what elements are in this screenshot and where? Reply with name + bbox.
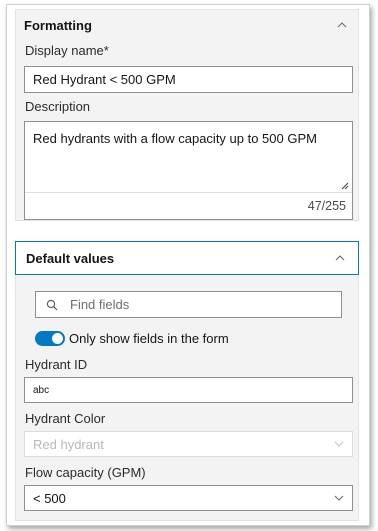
toggle-knob (52, 333, 63, 344)
default-values-title: Default values (26, 250, 115, 266)
only-show-fields-label: Only show fields in the form (69, 331, 229, 346)
default-values-header[interactable]: Default values (15, 241, 359, 275)
display-name-field[interactable]: Red Hydrant < 500 GPM (24, 66, 353, 93)
formatting-title: Formatting (24, 17, 92, 33)
hydrant-id-value: abc (33, 384, 50, 396)
formatting-header[interactable]: Formatting (16, 10, 358, 40)
hydrant-id-field[interactable]: abc (24, 377, 353, 403)
description-label: Description (25, 99, 91, 114)
description-value: Red hydrants with a flow capacity up to … (33, 131, 317, 146)
flow-capacity-select[interactable]: < 500 (24, 485, 353, 511)
flow-capacity-value: < 500 (33, 490, 66, 506)
chevron-down-icon (334, 441, 344, 447)
display-name-label: Display name* (25, 43, 109, 58)
hydrant-color-select[interactable]: Red hydrant (24, 431, 353, 457)
flow-capacity-label: Flow capacity (GPM) (25, 465, 146, 480)
chevron-up-icon[interactable] (332, 250, 348, 266)
hydrant-color-label: Hydrant Color (25, 411, 106, 426)
char-count: 47/255 (307, 199, 346, 213)
textarea-divider (25, 192, 352, 193)
hydrant-id-label: Hydrant ID (25, 357, 88, 372)
display-name-value: Red Hydrant < 500 GPM (33, 72, 176, 87)
hydrant-color-value: Red hydrant (33, 436, 104, 452)
chevron-down-icon (334, 495, 344, 501)
find-fields-placeholder: Find fields (70, 297, 130, 312)
description-textarea[interactable]: Red hydrants with a flow capacity up to … (24, 121, 353, 220)
search-icon (46, 299, 58, 310)
panel: Formatting Display name* Red Hydrant < 5… (6, 4, 370, 526)
find-fields-input[interactable]: Find fields (35, 291, 342, 318)
only-show-fields-toggle[interactable] (35, 331, 65, 346)
chevron-up-icon[interactable] (334, 17, 350, 33)
resize-handle-icon[interactable] (341, 182, 349, 190)
